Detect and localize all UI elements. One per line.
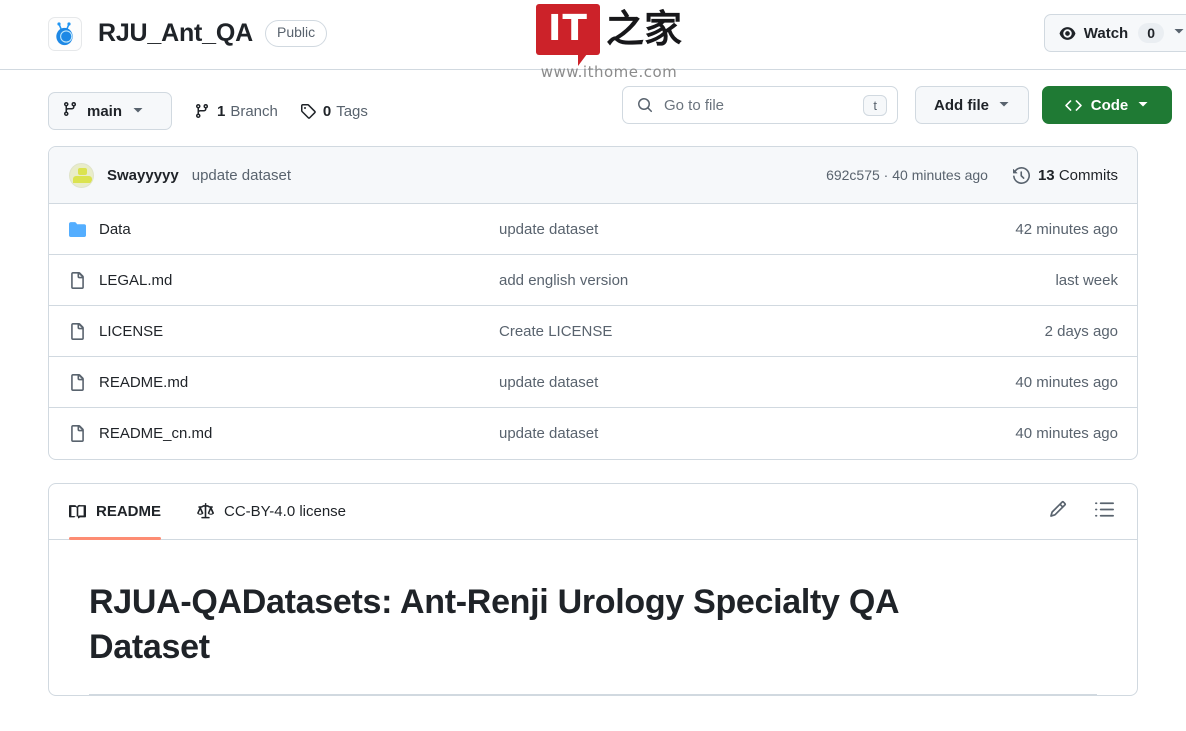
branch-name: main [87,102,123,120]
file-time: last week [1055,271,1118,289]
file-name[interactable]: README.md [99,374,499,391]
tags-label: Tags [336,102,368,120]
watch-button[interactable]: Watch 0 [1043,14,1186,52]
watch-count: 0 [1138,23,1164,43]
branch-icon [62,101,78,121]
table-row[interactable]: LEGAL.md add english version last week [49,255,1137,306]
file-name[interactable]: Data [99,221,499,238]
file-commit-message[interactable]: add english version [499,272,1055,289]
file-icon [69,271,86,289]
readme-heading: RJUA-QADatasets: Ant-Renji Urology Speci… [89,583,898,666]
book-icon [69,503,86,520]
search-icon [637,97,653,113]
tag-icon [300,103,316,119]
add-file-button[interactable]: Add file [915,86,1029,124]
branches-count: 1 [217,102,226,120]
chevron-down-icon[interactable] [1173,24,1185,42]
file-time: 40 minutes ago [1015,373,1118,391]
readme-tab-bar: README CC-BY-4.0 license [49,484,1137,540]
edit-readme-button[interactable] [1041,495,1075,529]
file-commit-message[interactable]: Create LICENSE [499,323,1045,340]
file-icon [69,373,86,391]
file-commit-message[interactable]: update dataset [499,374,1015,391]
folder-icon [69,221,86,238]
ant-logo-icon [48,16,82,51]
branches-link[interactable]: 1 Branch [194,103,278,120]
readme-panel: README CC-BY-4.0 license RJUA-QADatasets… [48,483,1138,696]
eye-icon [1059,25,1076,42]
visibility-badge: Public [264,20,328,47]
file-icon [69,425,86,442]
history-clock-icon [1012,166,1030,184]
repo-toolbar: main 1 Branch 0 Tags t [0,70,1186,136]
file-name[interactable]: README_cn.md [99,425,499,442]
readme-divider [89,693,1097,695]
branch-selector-button[interactable]: main [48,92,172,130]
tags-link[interactable]: 0 Tags [300,103,368,120]
add-file-label: Add file [934,96,989,114]
outline-list-icon [1094,500,1114,524]
table-row[interactable]: LICENSE Create LICENSE 2 days ago [49,306,1137,357]
readme-content: RJUA-QADatasets: Ant-Renji Urology Speci… [49,540,1137,695]
tags-count: 0 [322,102,332,120]
file-icon [69,322,86,340]
commit-sha-and-time[interactable]: 692c575 · 40 minutes ago [826,167,988,183]
search-input[interactable] [664,96,864,114]
commits-label: Commits [1058,166,1118,184]
tab-readme-label: README [96,503,162,520]
file-name[interactable]: LEGAL.md [99,272,499,289]
file-commit-message[interactable]: update dataset [499,221,1015,238]
file-listing: Swayyyyy update dataset 692c575 · 40 min… [48,146,1138,460]
code-label: Code [1090,96,1129,114]
tab-license-label: CC-BY-4.0 license [224,503,347,520]
commits-link[interactable]: 13 Commits [1012,166,1118,184]
file-time: 40 minutes ago [1015,425,1118,442]
table-row[interactable]: Data update dataset 42 minutes ago [49,204,1137,255]
file-name[interactable]: LICENSE [99,323,499,340]
repo-header: RJU_Ant_QA Public Watch 0 [0,0,1186,70]
commits-count: 13 [1037,166,1055,184]
table-row[interactable]: README.md update dataset 40 minutes ago [49,357,1137,408]
outline-button[interactable] [1087,495,1121,529]
search-shortcut-badge: t [863,94,887,116]
github-repo-page: RJU_Ant_QA Public Watch 0 IT 之家 www.itho… [0,0,1186,731]
tab-readme[interactable]: README [69,484,162,540]
latest-commit-bar: Swayyyyy update dataset 692c575 · 40 min… [49,147,1137,204]
avatar [69,162,94,188]
chevron-down-icon [1137,97,1149,114]
branches-label: Branch [230,102,278,120]
chevron-down-icon [132,103,144,120]
file-time: 42 minutes ago [1015,220,1118,238]
watch-label: Watch [1083,24,1129,42]
pencil-icon [1049,500,1067,523]
table-row[interactable]: README_cn.md update dataset 40 minutes a… [49,408,1137,459]
file-commit-message[interactable]: update dataset [499,425,1015,442]
file-time: 2 days ago [1044,322,1118,340]
tab-license[interactable]: CC-BY-4.0 license [197,484,346,539]
go-to-file-search[interactable]: t [622,86,898,124]
chevron-down-icon [998,97,1010,114]
branch-icon [194,103,210,119]
code-button[interactable]: Code [1042,86,1172,124]
commit-author[interactable]: Swayyyyy [107,167,179,184]
repo-name[interactable]: RJU_Ant_QA [98,19,253,48]
code-brackets-icon [1065,97,1082,114]
law-scales-icon [197,503,215,520]
commit-message[interactable]: update dataset [192,167,291,184]
